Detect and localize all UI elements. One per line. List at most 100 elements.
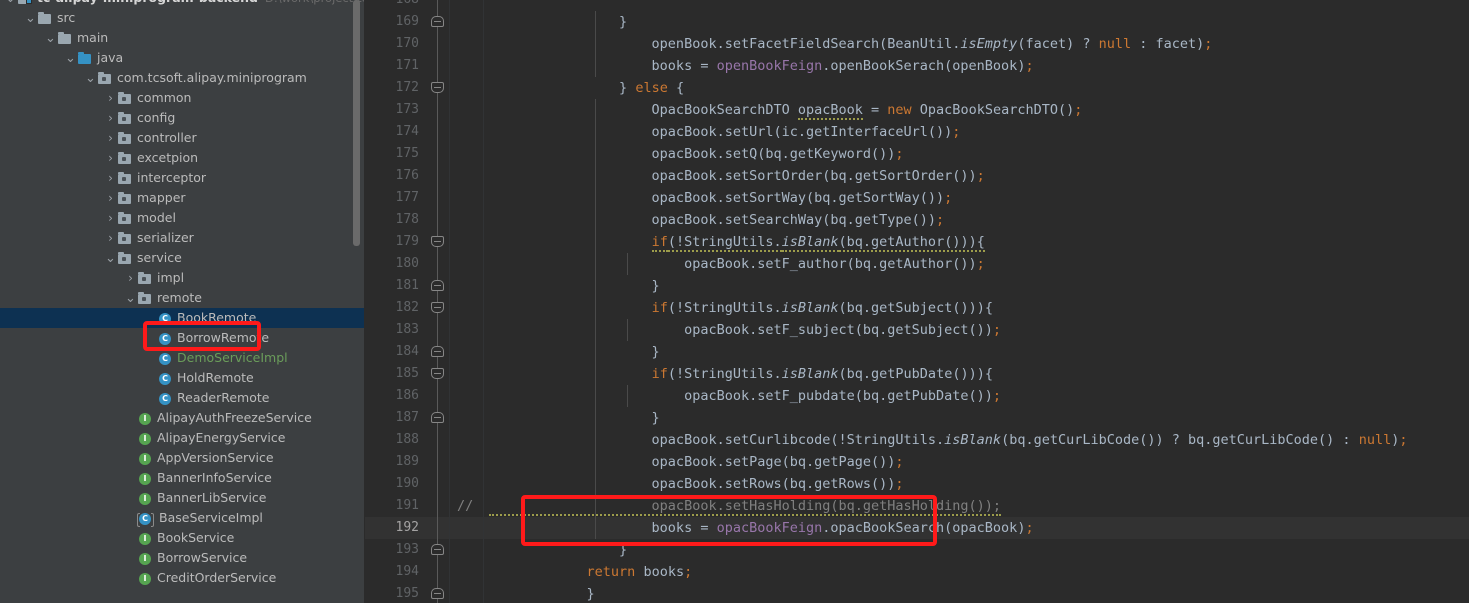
code-line-188[interactable]: 188 opacBook.setCurlibcode(!StringUtils.… [365,429,1469,451]
chevron-right-icon[interactable]: › [104,108,117,128]
tree-item-src[interactable]: ⌄ src [0,8,365,28]
code-line-169[interactable]: 169 } [365,11,1469,33]
tree-item-creditorderservice[interactable]: I CreditOrderService [0,568,365,588]
code-line-181[interactable]: 181 } [365,275,1469,297]
fold-close-icon[interactable] [431,280,444,291]
tree-item-main[interactable]: ⌄ main [0,28,365,48]
code-line-172[interactable]: 172 } else { [365,77,1469,99]
tree-item-common[interactable]: › common [0,88,365,108]
tree-item-interceptor[interactable]: › interceptor [0,168,365,188]
code-line-193[interactable]: 193 } [365,539,1469,561]
tree-item-controller[interactable]: › controller [0,128,365,148]
tree-item-alipayauthfreezeservice[interactable]: I AlipayAuthFreezeService [0,408,365,428]
fold-gutter[interactable] [427,33,449,55]
project-tree[interactable]: ⌄tc-alipay-miniprogram-backendD:\work\pr… [0,0,365,588]
fold-gutter[interactable] [427,77,449,99]
fold-gutter[interactable] [427,407,449,429]
code-line-180[interactable]: 180 opacBook.setF_author(bq.getAuthor())… [365,253,1469,275]
chevron-down-icon[interactable]: ⌄ [44,32,57,45]
tree-item-excetpion[interactable]: › excetpion [0,148,365,168]
code-line-170[interactable]: 170 openBook.setFacetFieldSearch(BeanUti… [365,33,1469,55]
code-line-194[interactable]: 194 return books; [365,561,1469,583]
fold-gutter[interactable] [427,539,449,561]
tree-item-readerremote[interactable]: C ReaderRemote [0,388,365,408]
code-line-192[interactable]: 192 books = opacBookFeign.opacBookSearch… [365,517,1469,539]
fold-gutter[interactable] [427,275,449,297]
fold-open-icon[interactable] [431,236,444,247]
code-line-191[interactable]: 191 // opacBook.setHasHolding(bq.getHasHo… [365,495,1469,517]
sidebar-scrollbar[interactable] [353,0,360,246]
tree-item-mapper[interactable]: › mapper [0,188,365,208]
code-lines[interactable]: 168169 }170 openBook.setFacetFieldSearch… [365,0,1469,603]
code-line-174[interactable]: 174 opacBook.setUrl(ic.getInterfaceUrl()… [365,121,1469,143]
tree-item-borrowservice[interactable]: I BorrowService [0,548,365,568]
fold-gutter[interactable] [427,55,449,77]
chevron-right-icon[interactable]: › [104,148,117,168]
tree-item-bannerinfoservice[interactable]: I BannerInfoService [0,468,365,488]
tree-item-appversionservice[interactable]: I AppVersionService [0,448,365,468]
tree-item-tc-alipay-miniprogram-backend[interactable]: ⌄ tc-alipay-miniprogram-backend D:\work\pr… [0,0,365,8]
fold-gutter[interactable] [427,11,449,33]
fold-gutter[interactable] [427,165,449,187]
fold-close-icon[interactable] [431,588,444,599]
tree-item-com-tcsoft-alipay-miniprogram[interactable]: ⌄ com.tcsoft.alipay.miniprogram [0,68,365,88]
code-line-185[interactable]: 185 if(!StringUtils.isBlank(bq.getPubDat… [365,363,1469,385]
fold-gutter[interactable] [427,297,449,319]
chevron-down-icon[interactable]: ⌄ [4,0,17,5]
fold-gutter[interactable] [427,517,449,539]
code-line-184[interactable]: 184 } [365,341,1469,363]
tree-item-bookservice[interactable]: I BookService [0,528,365,548]
fold-gutter[interactable] [427,385,449,407]
fold-open-icon[interactable] [431,302,444,313]
code-editor[interactable]: 168169 }170 openBook.setFacetFieldSearch… [365,0,1469,603]
chevron-down-icon[interactable]: ⌄ [64,52,77,65]
fold-close-icon[interactable] [431,16,444,27]
fold-open-icon[interactable] [431,82,444,93]
fold-gutter[interactable] [427,363,449,385]
tree-item-bannerlibservice[interactable]: I BannerLibService [0,488,365,508]
code-line-171[interactable]: 171 books = openBookFeign.openBookSerach… [365,55,1469,77]
chevron-down-icon[interactable]: ⌄ [124,292,137,305]
tree-item-remote[interactable]: ⌄ remote [0,288,365,308]
code-line-175[interactable]: 175 opacBook.setQ(bq.getKeyword()); [365,143,1469,165]
chevron-right-icon[interactable]: › [124,268,137,288]
fold-gutter[interactable] [427,561,449,583]
code-line-178[interactable]: 178 opacBook.setSearchWay(bq.getType()); [365,209,1469,231]
chevron-down-icon[interactable]: ⌄ [24,12,37,25]
tree-item-alipayenergyservice[interactable]: I AlipayEnergyService [0,428,365,448]
chevron-right-icon[interactable]: › [104,208,117,228]
fold-gutter[interactable] [427,319,449,341]
fold-close-icon[interactable] [431,412,444,423]
fold-gutter[interactable] [427,209,449,231]
project-tree-panel[interactable]: ⌄tc-alipay-miniprogram-backendD:\work\pr… [0,0,365,603]
tree-item-java[interactable]: ⌄ java [0,48,365,68]
code-line-195[interactable]: 195 } [365,583,1469,603]
tree-item-holdremote[interactable]: C HoldRemote [0,368,365,388]
fold-gutter[interactable] [427,473,449,495]
fold-gutter[interactable] [427,99,449,121]
chevron-right-icon[interactable]: › [104,228,117,248]
tree-item-demoserviceimpl[interactable]: C DemoServiceImpl [0,348,365,368]
fold-gutter[interactable] [427,583,449,603]
code-line-189[interactable]: 189 opacBook.setPage(bq.getPage()); [365,451,1469,473]
code-line-177[interactable]: 177 opacBook.setSortWay(bq.getSortWay())… [365,187,1469,209]
tree-item-service[interactable]: ⌄ service [0,248,365,268]
tree-item-baseserviceimpl[interactable]: C BaseServiceImpl [0,508,365,528]
tree-item-model[interactable]: › model [0,208,365,228]
code-line-168[interactable]: 168 [365,0,1469,11]
fold-gutter[interactable] [427,231,449,253]
fold-gutter[interactable] [427,187,449,209]
code-line-173[interactable]: 173 OpacBookSearchDTO opacBook = new Opa… [365,99,1469,121]
chevron-right-icon[interactable]: › [104,168,117,188]
code-line-187[interactable]: 187 } [365,407,1469,429]
fold-gutter[interactable] [427,121,449,143]
code-line-179[interactable]: 179 if(!StringUtils.isBlank(bq.getAuthor… [365,231,1469,253]
fold-open-icon[interactable] [431,368,444,379]
code-line-190[interactable]: 190 opacBook.setRows(bq.getRows()); [365,473,1469,495]
fold-close-icon[interactable] [431,346,444,357]
chevron-down-icon[interactable]: ⌄ [104,252,117,265]
fold-gutter[interactable] [427,253,449,275]
fold-gutter[interactable] [427,495,449,517]
code-line-176[interactable]: 176 opacBook.setSortOrder(bq.getSortOrde… [365,165,1469,187]
fold-gutter[interactable] [427,429,449,451]
